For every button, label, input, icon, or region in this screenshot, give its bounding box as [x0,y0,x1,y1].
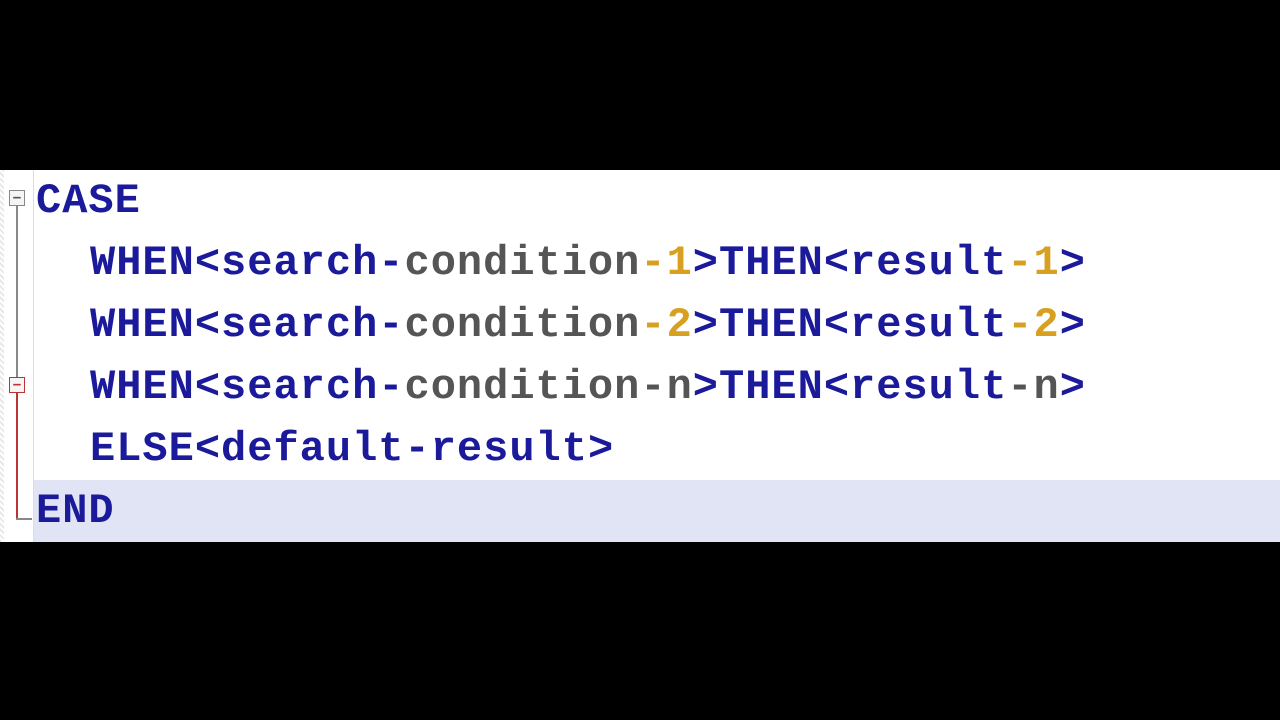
ident-search: search [221,301,378,349]
angle-bracket: < [195,425,221,473]
angle-bracket: < [824,301,850,349]
angle-bracket: < [824,363,850,411]
angle-bracket: < [195,363,221,411]
code-line: ELSE <default-result> [34,418,1280,480]
angle-bracket: < [824,239,850,287]
fold-toggle-icon[interactable]: − [9,190,25,206]
code-content[interactable]: CASE WHEN <search-condition-1> THEN <res… [34,170,1280,542]
ident-result: result [850,239,1007,287]
keyword-when: WHEN [90,301,195,349]
dash: - [640,301,666,349]
gutter-margin [0,170,4,542]
ident-result: result [431,425,588,473]
dash: - [640,239,666,287]
ident-default: default [221,425,404,473]
keyword-then: THEN [719,363,824,411]
ident-search: search [221,363,378,411]
dash: - [640,363,666,411]
angle-bracket: > [1060,301,1086,349]
ident-condition: condition [405,301,641,349]
ident-result: result [850,301,1007,349]
ident-condition: condition [405,239,641,287]
code-line-current: END [34,480,1280,542]
ident-condition: condition [405,363,641,411]
literal-number: 2 [667,301,693,349]
angle-bracket: > [1060,239,1086,287]
keyword-then: THEN [719,301,824,349]
fold-toggle-icon[interactable]: − [9,377,25,393]
literal-number: 2 [1034,301,1060,349]
fold-guide-end [16,518,32,520]
literal-number: 1 [1034,239,1060,287]
dash: - [1007,363,1033,411]
dash: - [1007,301,1033,349]
ident-search: search [221,239,378,287]
angle-bracket: < [195,239,221,287]
dash: - [378,363,404,411]
dash: - [1007,239,1033,287]
keyword-case: CASE [36,177,141,225]
keyword-end: END [36,487,115,535]
code-line: WHEN <search-condition-1> THEN <result-1… [34,232,1280,294]
ident-n: n [667,363,693,411]
angle-bracket: < [195,301,221,349]
literal-number: 1 [667,239,693,287]
code-editor: − − CASE WHEN <search-condition-1> THEN … [0,170,1280,542]
keyword-then: THEN [719,239,824,287]
dash: - [378,239,404,287]
code-gutter: − − [0,170,34,542]
angle-bracket: > [693,301,719,349]
angle-bracket: > [693,239,719,287]
code-line: WHEN <search-condition-n> THEN <result-n… [34,356,1280,418]
angle-bracket: > [693,363,719,411]
keyword-when: WHEN [90,363,195,411]
keyword-else: ELSE [90,425,195,473]
code-line: CASE [34,170,1280,232]
ident-result: result [850,363,1007,411]
dash: - [404,425,430,473]
code-line: WHEN <search-condition-2> THEN <result-2… [34,294,1280,356]
dash: - [378,301,404,349]
fold-guide-line-inner [16,393,18,520]
ident-n: n [1034,363,1060,411]
angle-bracket: > [588,425,614,473]
keyword-when: WHEN [90,239,195,287]
angle-bracket: > [1060,363,1086,411]
